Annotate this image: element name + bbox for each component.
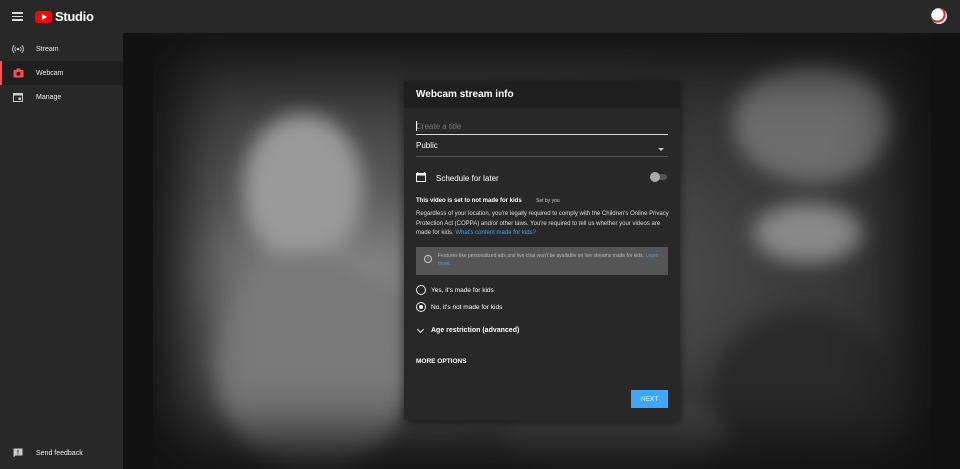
notice-text: Features like personalized ads and live … [438,253,660,268]
radio-made-for-kids[interactable]: Yes, it's made for kids [416,284,494,296]
chevron-down-icon [416,325,425,333]
age-restriction-label: Age restriction (advanced) [431,327,520,334]
privacy-value: Public [416,141,438,150]
sidebar-item-manage[interactable]: Manage [0,85,123,109]
dialog-title: Webcam stream info [404,81,680,108]
send-feedback-button[interactable]: Send feedback [0,441,123,465]
privacy-select[interactable]: Public [416,141,668,157]
feedback-icon [12,447,24,459]
radio-yes-label: Yes, it's made for kids [431,286,494,294]
text-cursor [416,121,417,131]
info-icon: i [424,255,432,263]
age-restriction-toggle[interactable]: Age restriction (advanced) [416,325,520,334]
studio-logo[interactable]: Studio [35,9,94,24]
kids-notice: i Features like personalized ads and liv… [416,247,668,275]
schedule-toggle[interactable] [650,172,667,182]
kids-set-by: Set by you [536,198,560,204]
broadcast-icon [12,43,24,55]
more-options-button[interactable]: MORE OPTIONS [416,358,467,365]
kids-body-text: Regardless of your location, you're lega… [416,211,669,236]
next-button[interactable]: NEXT [631,390,668,408]
radio-not-made-for-kids[interactable]: No, it's not made for kids [416,301,502,313]
webcam-icon [12,67,24,79]
schedule-row: Schedule for later [416,172,668,184]
feedback-label: Send feedback [36,449,83,457]
schedule-label: Schedule for later [436,173,499,183]
sidebar: Stream Webcam Manage Send feedback [0,33,123,469]
youtube-logo-icon [35,10,52,23]
dropdown-arrow-icon [658,148,664,151]
sidebar-item-label: Webcam [36,69,64,77]
account-avatar[interactable] [931,8,947,24]
sidebar-item-label: Stream [36,45,59,53]
webcam-stream-info-dialog: Webcam stream info Public Schedule for l… [404,81,680,420]
kids-heading: This video is set to not made for kids [416,198,522,204]
notice-body: Features like personalized ads and live … [438,253,645,259]
sidebar-item-stream[interactable]: Stream [0,37,123,61]
radio-button-yes[interactable] [416,285,426,295]
toggle-knob [650,172,660,182]
title-input[interactable] [416,119,668,135]
calendar-icon [416,169,426,187]
kids-description: Regardless of your location, you're lega… [416,210,670,239]
calendar-icon [12,91,24,103]
logo-text: Studio [55,9,94,24]
sidebar-item-webcam[interactable]: Webcam [0,61,123,85]
kids-content-link[interactable]: What's content made for kids? [455,230,536,236]
top-bar: Studio [0,0,960,33]
sidebar-item-label: Manage [36,93,62,101]
radio-button-no[interactable] [416,302,426,312]
menu-icon[interactable] [12,12,23,21]
radio-no-label: No, it's not made for kids [431,303,503,311]
